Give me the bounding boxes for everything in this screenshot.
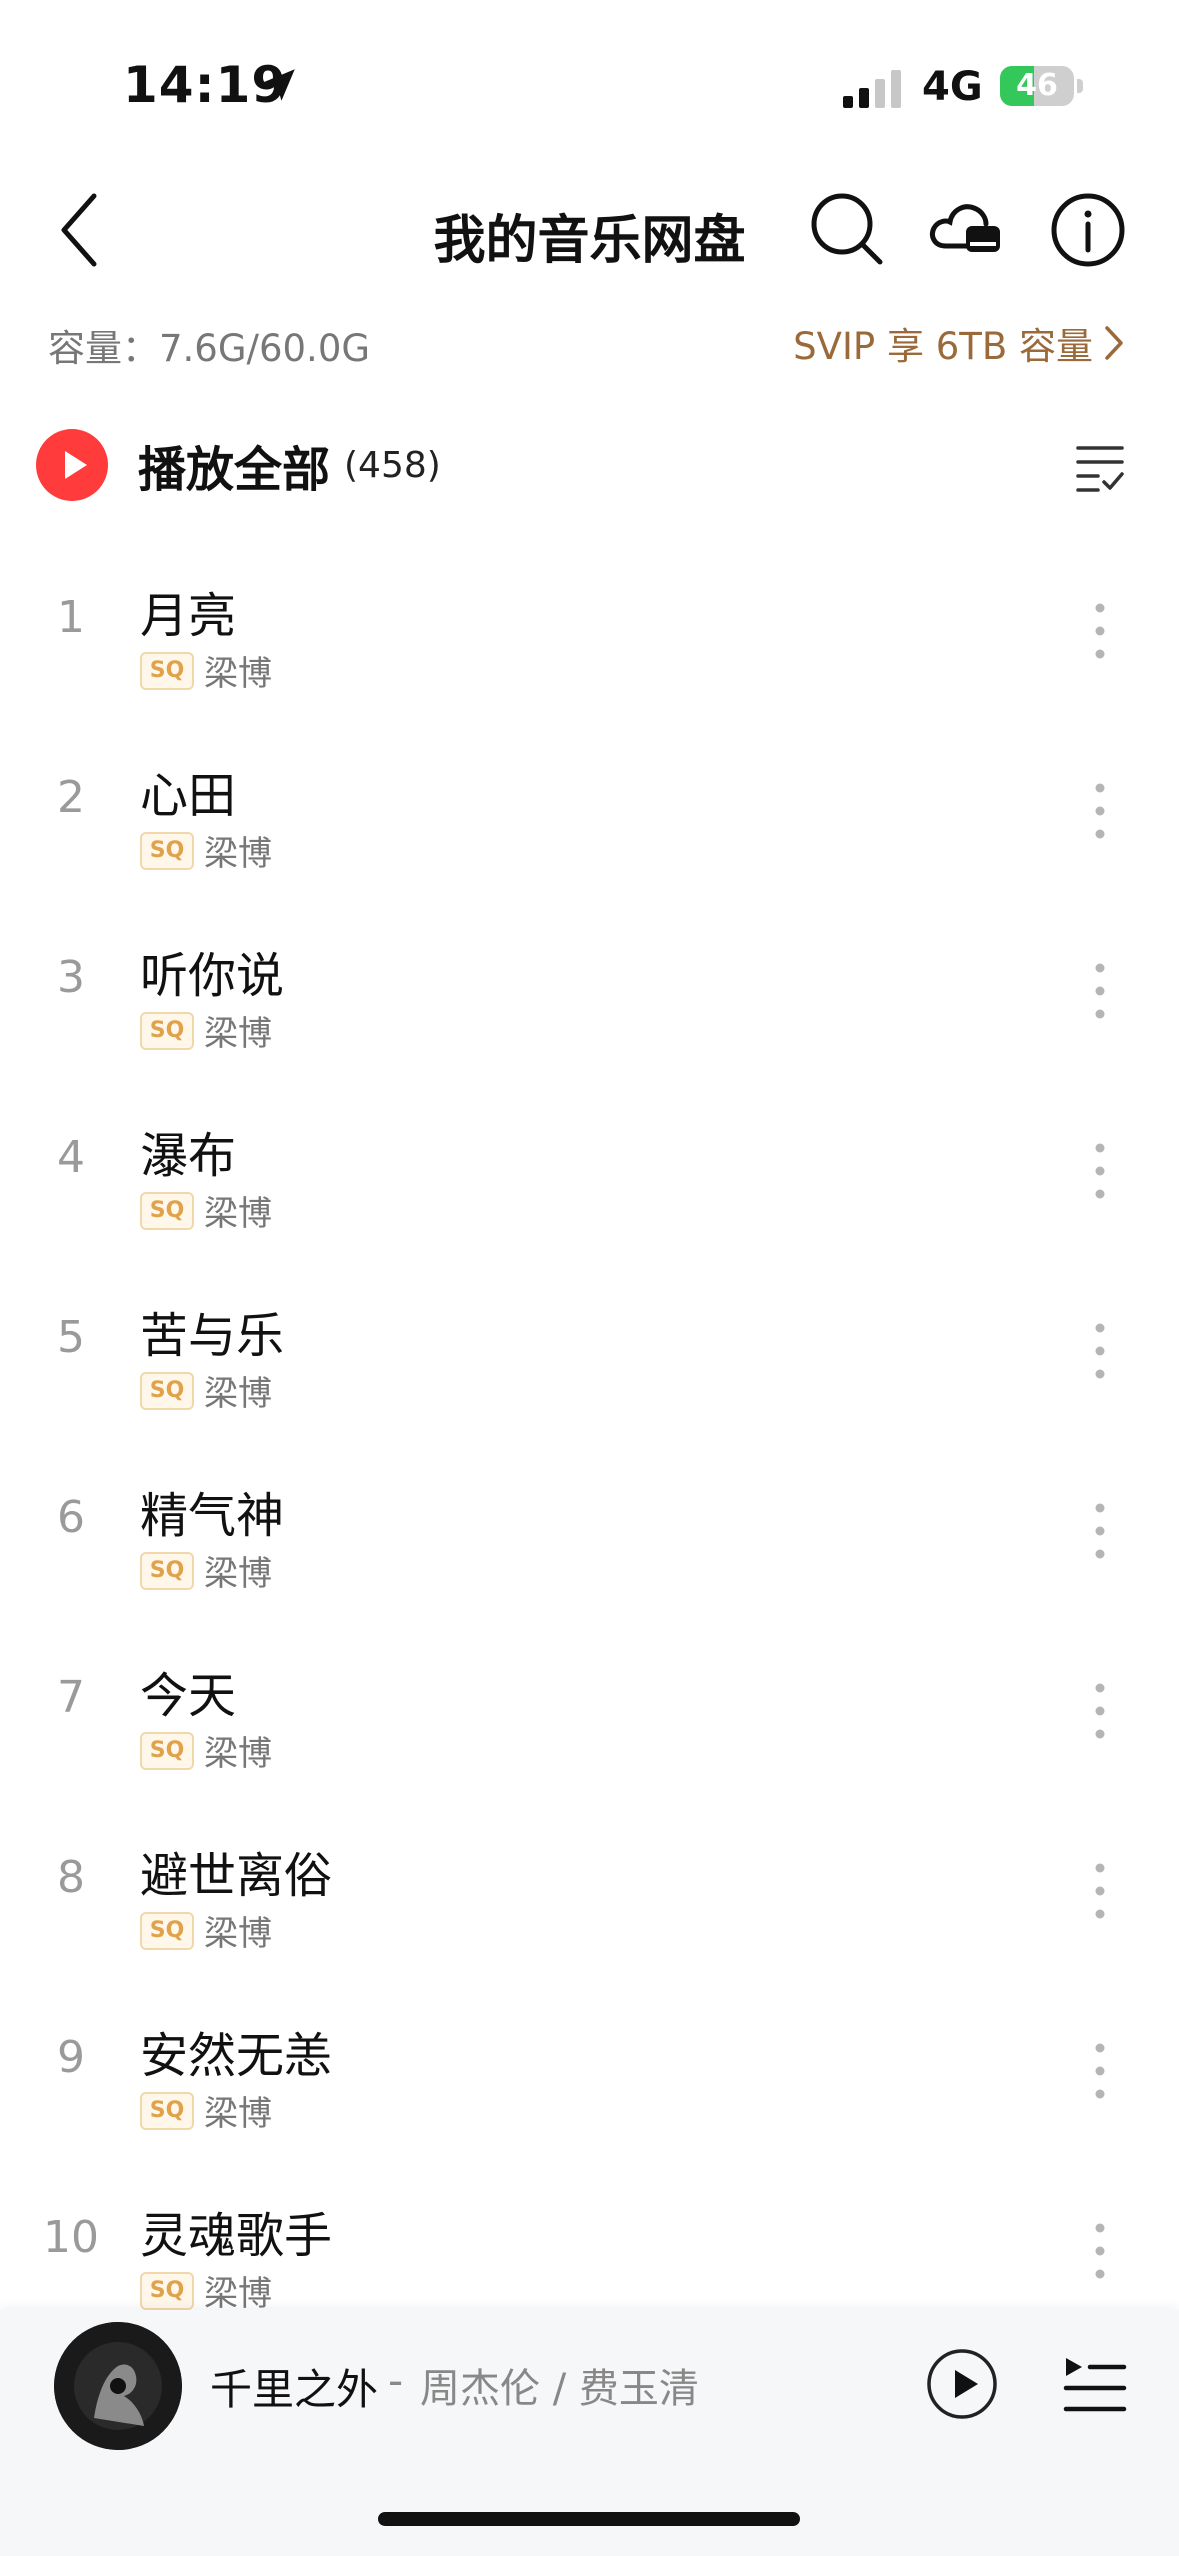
playlist-icon[interactable] bbox=[1060, 2350, 1130, 2420]
back-button[interactable] bbox=[52, 188, 112, 272]
song-count: (458) bbox=[344, 444, 441, 486]
album-art[interactable] bbox=[54, 2322, 182, 2450]
song-title: 听你说 bbox=[140, 948, 285, 1004]
song-artist: 梁博 bbox=[204, 834, 272, 874]
location-arrow-icon bbox=[263, 69, 295, 101]
song-title: 灵魂歌手 bbox=[140, 2208, 333, 2264]
chevron-right-icon bbox=[1105, 326, 1123, 360]
song-artist: 梁博 bbox=[204, 1554, 272, 1594]
song-index: 7 bbox=[57, 1672, 85, 1723]
cellular-signal-icon bbox=[843, 70, 901, 108]
more-options-icon[interactable] bbox=[1080, 1496, 1120, 1566]
svip-promo-link[interactable]: SVIP 享 6TB 容量 bbox=[793, 316, 1127, 370]
song-row[interactable]: 3 听你说 SQ 梁博 bbox=[0, 900, 1179, 1080]
song-meta: SQ 梁博 bbox=[140, 1726, 272, 1775]
song-title: 安然无恙 bbox=[140, 2028, 333, 2084]
song-meta: SQ 梁博 bbox=[140, 826, 272, 875]
song-row[interactable]: 9 安然无恙 SQ 梁博 bbox=[0, 1980, 1179, 2160]
song-artist: 梁博 bbox=[204, 1914, 272, 1954]
song-index: 3 bbox=[57, 952, 85, 1003]
sq-quality-badge: SQ bbox=[140, 1371, 194, 1410]
song-title: 苦与乐 bbox=[140, 1308, 285, 1364]
song-title: 避世离俗 bbox=[140, 1848, 333, 1904]
nav-bar: 我的音乐网盘 bbox=[0, 170, 1179, 290]
play-all-icon bbox=[36, 429, 108, 501]
song-index: 8 bbox=[57, 1852, 85, 1903]
sq-quality-badge: SQ bbox=[140, 1731, 194, 1770]
sq-quality-badge: SQ bbox=[140, 1911, 194, 1950]
song-artist: 梁博 bbox=[204, 2274, 272, 2314]
song-index: 5 bbox=[57, 1312, 85, 1363]
sq-quality-badge: SQ bbox=[140, 2091, 194, 2130]
song-artist: 梁博 bbox=[204, 2094, 272, 2134]
more-options-icon[interactable] bbox=[1080, 776, 1120, 846]
now-playing-separator: - bbox=[388, 2356, 404, 2405]
multi-select-icon[interactable] bbox=[1070, 436, 1130, 496]
sq-quality-badge: SQ bbox=[140, 1011, 194, 1050]
search-icon[interactable] bbox=[806, 188, 890, 272]
network-type: 4G bbox=[922, 64, 983, 110]
album-cover-image bbox=[54, 2322, 182, 2450]
home-indicator bbox=[378, 2512, 800, 2526]
song-index: 1 bbox=[57, 592, 85, 643]
cloud-drive-icon[interactable] bbox=[924, 188, 1008, 272]
song-artist: 梁博 bbox=[204, 1374, 272, 1414]
more-options-icon[interactable] bbox=[1080, 1316, 1120, 1386]
more-options-icon[interactable] bbox=[1080, 1136, 1120, 1206]
more-options-icon[interactable] bbox=[1080, 2036, 1120, 2106]
song-meta: SQ 梁博 bbox=[140, 2086, 272, 2135]
song-row[interactable]: 4 瀑布 SQ 梁博 bbox=[0, 1080, 1179, 1260]
play-button[interactable] bbox=[924, 2346, 1000, 2422]
sq-quality-badge: SQ bbox=[140, 1191, 194, 1230]
song-row[interactable]: 2 心田 SQ 梁博 bbox=[0, 720, 1179, 900]
more-options-icon[interactable] bbox=[1080, 2216, 1120, 2286]
song-row[interactable]: 5 苦与乐 SQ 梁博 bbox=[0, 1260, 1179, 1440]
more-options-icon[interactable] bbox=[1080, 1856, 1120, 1926]
song-meta: SQ 梁博 bbox=[140, 1906, 272, 1955]
song-meta: SQ 梁博 bbox=[140, 1366, 272, 1415]
status-bar: 14:19 4G 46 bbox=[0, 0, 1179, 170]
sq-quality-badge: SQ bbox=[140, 2271, 194, 2310]
song-row[interactable]: 1 月亮 SQ 梁博 bbox=[0, 540, 1179, 720]
now-playing-title: 千里之外 bbox=[210, 2365, 379, 2414]
song-index: 2 bbox=[57, 772, 85, 823]
now-playing-artist: 周杰伦 / 费玉清 bbox=[420, 2366, 699, 2412]
more-options-icon[interactable] bbox=[1080, 956, 1120, 1026]
song-meta: SQ 梁博 bbox=[140, 2266, 272, 2315]
song-title: 今天 bbox=[140, 1668, 237, 1724]
play-all-button[interactable]: 播放全部 (458) bbox=[36, 420, 441, 510]
capacity-text: 容量：7.6G/60.0G bbox=[48, 327, 371, 370]
sq-quality-badge: SQ bbox=[140, 831, 194, 870]
song-artist: 梁博 bbox=[204, 1194, 272, 1234]
play-all-label: 播放全部 bbox=[138, 442, 331, 498]
more-options-icon[interactable] bbox=[1080, 1676, 1120, 1746]
song-artist: 梁博 bbox=[204, 1014, 272, 1054]
song-index: 9 bbox=[57, 2032, 85, 2083]
song-row[interactable]: 6 精气神 SQ 梁博 bbox=[0, 1440, 1179, 1620]
more-options-icon[interactable] bbox=[1080, 596, 1120, 666]
song-meta: SQ 梁博 bbox=[140, 646, 272, 695]
song-title: 精气神 bbox=[140, 1488, 285, 1544]
song-artist: 梁博 bbox=[204, 1734, 272, 1774]
song-meta: SQ 梁博 bbox=[140, 1546, 272, 1595]
song-meta: SQ 梁博 bbox=[140, 1006, 272, 1055]
sq-quality-badge: SQ bbox=[140, 651, 194, 690]
song-title: 心田 bbox=[140, 768, 237, 824]
song-title: 月亮 bbox=[140, 588, 237, 644]
battery-percent: 46 bbox=[1016, 68, 1058, 103]
song-row[interactable]: 8 避世离俗 SQ 梁博 bbox=[0, 1800, 1179, 1980]
song-title: 瀑布 bbox=[140, 1128, 237, 1184]
song-index: 6 bbox=[57, 1492, 85, 1543]
svip-promo-label: SVIP 享 6TB 容量 bbox=[793, 325, 1093, 368]
song-artist: 梁博 bbox=[204, 654, 272, 694]
song-index: 10 bbox=[43, 2212, 99, 2263]
song-row[interactable]: 7 今天 SQ 梁博 bbox=[0, 1620, 1179, 1800]
info-icon[interactable] bbox=[1046, 188, 1130, 272]
battery-icon: 46 bbox=[1000, 66, 1084, 108]
song-index: 4 bbox=[57, 1132, 85, 1183]
song-meta: SQ 梁博 bbox=[140, 1186, 272, 1235]
sq-quality-badge: SQ bbox=[140, 1551, 194, 1590]
